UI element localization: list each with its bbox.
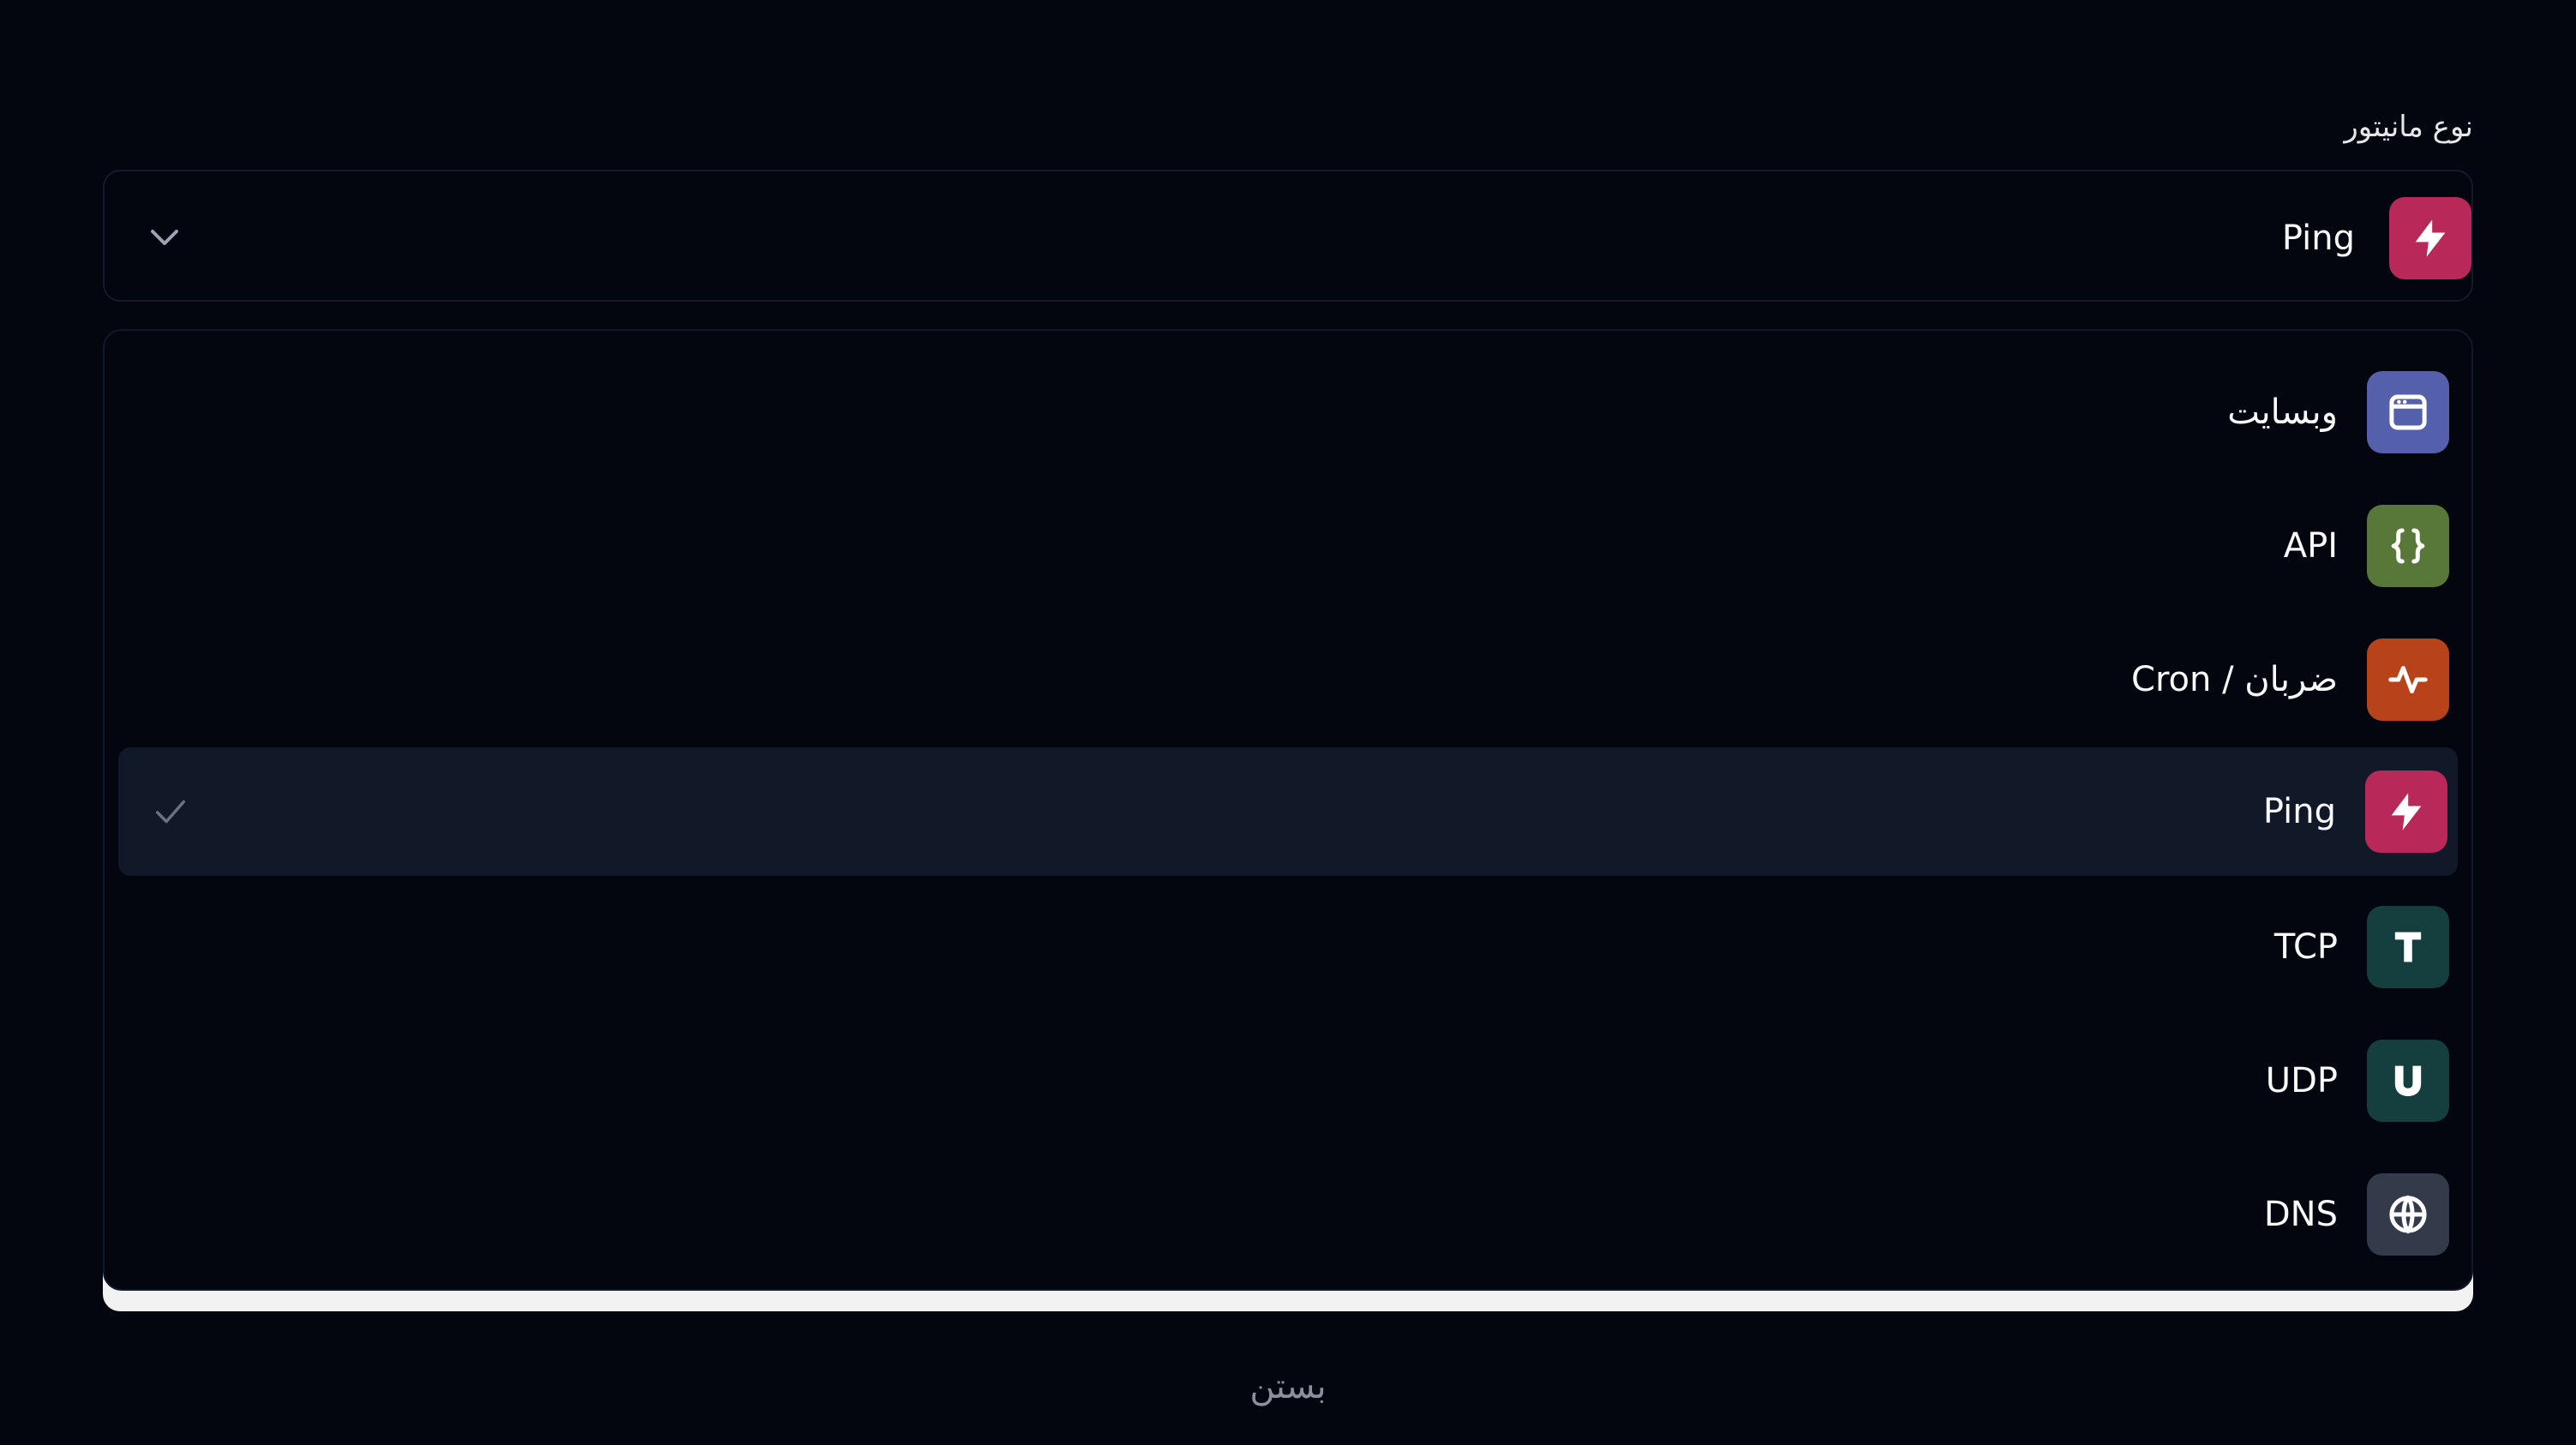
lightning-bolt-icon [2365,770,2447,853]
selected-value: Ping [2281,219,2355,258]
curly-braces-icon [2367,505,2449,587]
option-website[interactable]: وبسایت [118,348,2458,477]
letter-u-icon [2367,1040,2449,1122]
option-label: UDP [2265,1061,2338,1100]
option-dns[interactable]: DNS [118,1150,2458,1279]
monitor-type-select[interactable]: Ping [103,170,2473,302]
option-label: وبسایت [2227,393,2338,432]
option-label: API [2283,526,2338,566]
option-label: DNS [2263,1195,2338,1234]
globe-icon [2367,1173,2449,1256]
option-cron-heartbeat[interactable]: Cron / ضربان [118,615,2458,744]
browser-window-icon [2367,371,2449,453]
option-label: TCP [2273,927,2338,967]
option-ping[interactable]: Ping [118,747,2458,876]
option-label: Cron / ضربان [2131,660,2338,699]
check-icon [151,792,190,831]
option-api[interactable]: API [118,482,2458,610]
close-button[interactable]: بستن [1202,1361,1374,1412]
letter-t-icon [2367,906,2449,988]
option-udp[interactable]: UDP [118,1016,2458,1145]
heartbeat-pulse-icon [2367,639,2449,721]
option-label: Ping [2262,792,2336,831]
field-label: نوع مانیتور [2344,110,2473,144]
monitor-type-listbox: وبسایت API Cron / ضربان Ping TCP UDP DNS [103,329,2473,1291]
chevron-down-icon[interactable] [144,216,185,257]
lightning-bolt-icon [2389,197,2471,279]
option-tcp[interactable]: TCP [118,883,2458,1011]
